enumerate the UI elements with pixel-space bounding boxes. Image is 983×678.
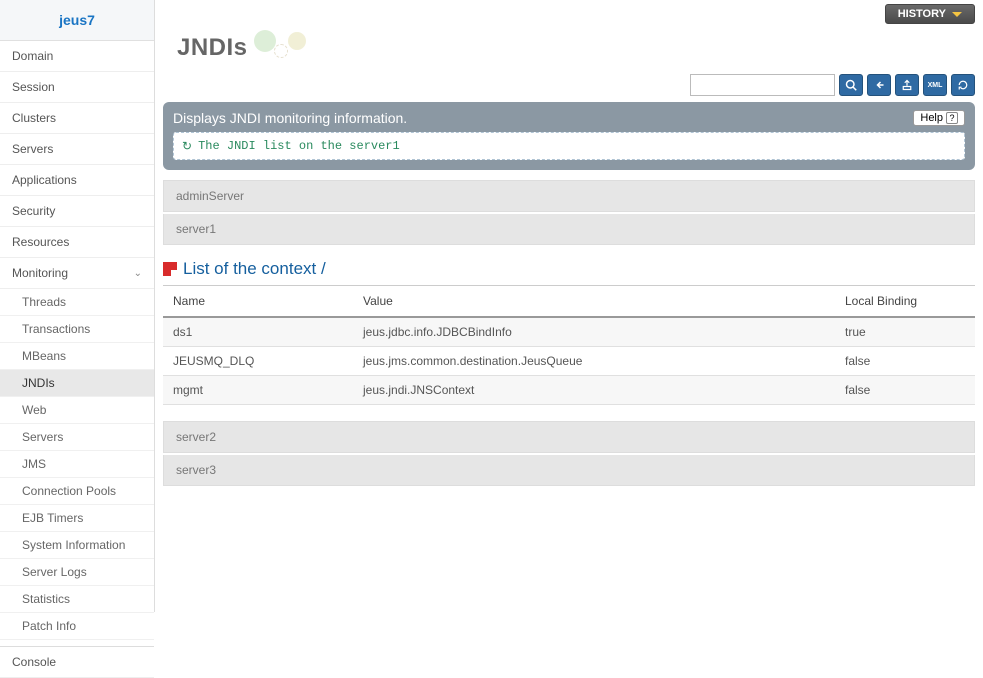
sidebar: jeus7 Domain Session Clusters Servers Ap… [0,0,155,612]
history-label: HISTORY [898,8,946,20]
cell-binding: false [835,376,975,405]
server-bar-adminserver[interactable]: adminServer [163,180,975,212]
nav-applications[interactable]: Applications [0,165,154,196]
context-title: List of the context / [163,259,975,279]
info-body: ↻ The JNDI list on the server1 [173,132,965,160]
back-icon[interactable] [867,74,891,96]
topbar: HISTORY [163,0,975,28]
th-binding: Local Binding [835,286,975,318]
sub-ejb-timers[interactable]: EJB Timers [0,505,154,532]
brand-logo[interactable]: jeus7 [0,0,154,41]
nav-clusters[interactable]: Clusters [0,103,154,134]
table-row[interactable]: mgmt jeus.jndi.JNSContext false [163,376,975,405]
nav-domain[interactable]: Domain [0,41,154,72]
cell-value: jeus.jms.common.destination.JeusQueue [353,347,835,376]
cell-name: mgmt [163,376,353,405]
sub-jndis[interactable]: JNDIs [0,370,154,397]
xml-icon[interactable]: XML [923,74,947,96]
export-icon[interactable] [895,74,919,96]
sub-mbeans[interactable]: MBeans [0,343,154,370]
nav-monitoring[interactable]: Monitoring ⌄ [0,258,154,289]
sub-system-information[interactable]: System Information [0,532,154,559]
nav-resources[interactable]: Resources [0,227,154,258]
chevron-down-icon: ⌄ [134,268,142,279]
sub-patch-info[interactable]: Patch Info [0,613,154,640]
sub-jms[interactable]: JMS [0,451,154,478]
server-bar-server1[interactable]: server1 [163,214,975,245]
decorative-dots [254,28,314,68]
nav-console[interactable]: Console [0,646,154,678]
sub-web[interactable]: Web [0,397,154,424]
help-label: Help [920,112,943,124]
cell-name: JEUSMQ_DLQ [163,347,353,376]
help-button[interactable]: Help ? [913,110,965,126]
context-icon [163,262,177,276]
context-table: Name Value Local Binding ds1 jeus.jdbc.i… [163,285,975,405]
cell-binding: true [835,317,975,347]
nav-top: Domain Session Clusters Servers Applicat… [0,41,154,289]
history-button[interactable]: HISTORY [885,4,975,24]
cell-value: jeus.jndi.JNSContext [353,376,835,405]
sub-threads[interactable]: Threads [0,289,154,316]
server-bar-server2[interactable]: server2 [163,421,975,453]
page-title: JNDIs [177,34,248,62]
sub-statistics[interactable]: Statistics [0,586,154,613]
th-name: Name [163,286,353,318]
table-row[interactable]: JEUSMQ_DLQ jeus.jms.common.destination.J… [163,347,975,376]
th-value: Value [353,286,835,318]
nav-monitoring-sub: Threads Transactions MBeans JNDIs Web Se… [0,289,154,640]
search-input[interactable] [690,74,835,96]
info-message: The JNDI list on the server1 [198,139,400,153]
server-bar-server3[interactable]: server3 [163,455,975,486]
nav-session[interactable]: Session [0,72,154,103]
sub-server-logs[interactable]: Server Logs [0,559,154,586]
cell-name: ds1 [163,317,353,347]
server-group-bottom: server2 server3 [163,421,975,486]
refresh-toolbar-icon[interactable] [951,74,975,96]
sub-transactions[interactable]: Transactions [0,316,154,343]
chevron-down-icon [952,12,962,17]
main-content: HISTORY JNDIs XML [155,0,983,612]
refresh-icon[interactable]: ↻ [182,139,192,153]
sub-connection-pools[interactable]: Connection Pools [0,478,154,505]
info-title: Displays JNDI monitoring information. [173,110,965,126]
nav-monitoring-label: Monitoring [12,266,68,280]
cell-binding: false [835,347,975,376]
context-title-text: List of the context / [183,259,326,279]
help-icon: ? [946,112,958,124]
nav-security[interactable]: Security [0,196,154,227]
title-row: JNDIs [177,28,975,68]
sub-servers[interactable]: Servers [0,424,154,451]
table-row[interactable]: ds1 jeus.jdbc.info.JDBCBindInfo true [163,317,975,347]
search-icon[interactable] [839,74,863,96]
info-panel: Displays JNDI monitoring information. He… [163,102,975,170]
search-row: XML [163,74,975,96]
context-section: List of the context / Name Value Local B… [163,259,975,405]
cell-value: jeus.jdbc.info.JDBCBindInfo [353,317,835,347]
nav-servers[interactable]: Servers [0,134,154,165]
